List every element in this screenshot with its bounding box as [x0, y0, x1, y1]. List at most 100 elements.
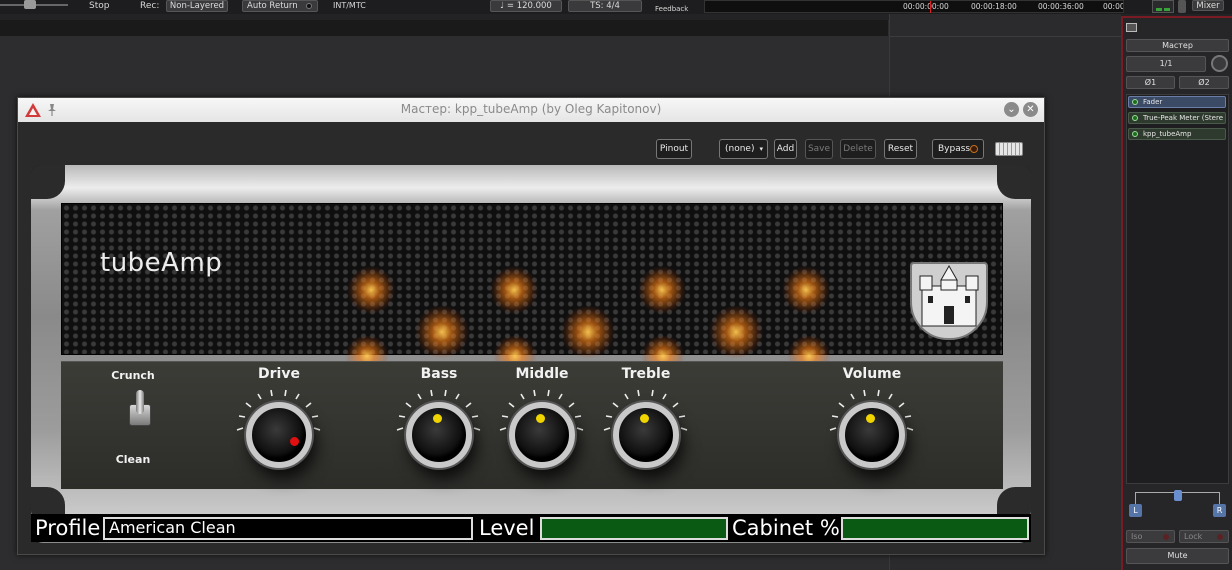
lock-led-icon: [1217, 534, 1223, 540]
middle-knob[interactable]: [509, 402, 575, 468]
processor-meter-label: True-Peak Meter (Stere: [1143, 114, 1223, 122]
tube-glow-4: [782, 266, 830, 314]
tempo-display[interactable]: ♩ = 120.000: [490, 0, 562, 12]
middle-indicator: [536, 414, 545, 423]
collapse-icon[interactable]: ⌄: [1004, 102, 1019, 117]
drive-indicator: [290, 437, 299, 446]
keyboard-icon[interactable]: [995, 142, 1023, 156]
treble-knob[interactable]: [613, 402, 679, 468]
strip-width-icon[interactable]: [1126, 23, 1137, 32]
lock-label: Lock: [1184, 532, 1203, 541]
treble-label: Treble: [621, 366, 671, 382]
mini-timeline[interactable]: 00:00:00:00 00:00:18:00 00:00:36:00 00:0…: [704, 0, 1124, 13]
phase-invert-right-button[interactable]: Ø2: [1179, 76, 1229, 89]
iso-label: Iso: [1131, 532, 1143, 541]
amp-head: tubeAmp Crunch Crunch Clean Drive Bass M…: [31, 165, 1031, 543]
bass-label: Bass: [420, 366, 458, 382]
middle-label: Middle: [515, 366, 569, 382]
editor-timeline[interactable]: [0, 20, 888, 36]
record-mode-dropdown[interactable]: Non-Layered: [166, 0, 228, 12]
drive-knob[interactable]: [246, 402, 312, 468]
amp-corner-top-right: [997, 165, 1031, 199]
preset-dropdown[interactable]: (none) ▾: [719, 139, 768, 159]
solo-lock-button[interactable]: Lock: [1179, 530, 1229, 543]
sync-mode-label[interactable]: INT/MTC: [333, 0, 366, 12]
ruler-time-2: 00:00:36:00: [1038, 2, 1084, 11]
volume-knob[interactable]: [839, 402, 905, 468]
ruler-time-1: 00:00:18:00: [971, 2, 1017, 11]
bass-knob[interactable]: [406, 402, 472, 468]
window-title: Мастер: kpp_tubeAmp (by Oleg Kapitonov): [400, 102, 662, 116]
volume-label: Volume: [842, 366, 902, 382]
processor-kpp-tubeamp[interactable]: kpp_tubeAmp: [1128, 128, 1226, 140]
input-trim-knob[interactable]: [1211, 55, 1228, 72]
phase-invert-left-button[interactable]: Ø1: [1126, 76, 1175, 89]
processor-true-peak-meter[interactable]: True-Peak Meter (Stere: [1128, 112, 1226, 124]
control-panel: Crunch Crunch Clean Drive Bass Middle Tr…: [61, 361, 1003, 489]
cabinet-label: Cabinet %: [732, 516, 840, 540]
mixer-button[interactable]: Mixer: [1192, 0, 1224, 11]
mute-button[interactable]: Mute: [1126, 548, 1229, 564]
shuttle-handle[interactable]: [24, 0, 36, 9]
panner[interactable]: L R: [1129, 490, 1226, 518]
level-label: Level: [479, 516, 535, 540]
save-preset-button[interactable]: Save: [805, 139, 833, 159]
bypass-led-icon: [970, 145, 978, 153]
bypass-label: Bypass: [938, 144, 971, 154]
level-field[interactable]: [540, 517, 728, 540]
crunch-clean-toggle[interactable]: [125, 390, 155, 440]
strip-name-button[interactable]: Мастер: [1126, 39, 1229, 52]
plugin-window: Мастер: kpp_tubeAmp (by Oleg Kapitonov) …: [17, 97, 1045, 555]
tube-glow-7: [708, 306, 764, 358]
processor-fader-label: Fader: [1143, 98, 1163, 106]
preset-value: (none): [725, 144, 755, 154]
rec-label: Rec:: [140, 1, 160, 11]
auto-return-button[interactable]: Auto Return: [242, 0, 318, 12]
cabinet-field[interactable]: [841, 517, 1029, 540]
tube-glow-2: [490, 266, 538, 314]
volume-indicator: [866, 414, 875, 423]
pan-right-label: R: [1213, 504, 1226, 517]
editor-mixer-toggle-icon[interactable]: [1152, 0, 1174, 13]
switch-label-crunch: Crunch: [111, 369, 155, 382]
ruler-time-0: 00:00:00:00: [903, 2, 949, 11]
profile-field[interactable]: American Clean: [103, 517, 473, 540]
add-preset-button[interactable]: Add: [774, 139, 797, 159]
time-signature-display[interactable]: TS: 4/4: [568, 0, 642, 12]
reset-button[interactable]: Reset: [884, 139, 917, 159]
tube-glow-6: [560, 306, 616, 358]
bass-indicator: [433, 414, 442, 423]
dropdown-arrow-icon: ▾: [759, 145, 763, 153]
input-button[interactable]: 1/1: [1126, 56, 1206, 72]
playhead-marker: [930, 1, 931, 13]
layout-scroll-handle[interactable]: [1178, 0, 1186, 13]
iso-led-icon: [1163, 534, 1169, 540]
coat-of-arms-emblem: [910, 262, 988, 340]
processor-tubeamp-label: kpp_tubeAmp: [1143, 130, 1192, 138]
auto-return-led-icon: [306, 3, 312, 9]
tubeamp-active-icon[interactable]: [1132, 131, 1138, 137]
meter-active-icon[interactable]: [1132, 115, 1138, 121]
pan-left-label: L: [1129, 504, 1142, 517]
pane-divider: [890, 36, 1122, 37]
delete-preset-button[interactable]: Delete: [840, 139, 876, 159]
brand-logo: tubeAmp: [100, 248, 223, 278]
bypass-button[interactable]: Bypass: [932, 139, 984, 159]
window-titlebar[interactable]: Мастер: kpp_tubeAmp (by Oleg Kapitonov) …: [18, 98, 1044, 122]
profile-row: Profile American Clean Level Cabinet %: [31, 514, 1031, 542]
solo-isolate-button[interactable]: Iso: [1126, 530, 1175, 543]
switch-label-clean-text: Clean: [115, 453, 151, 466]
tube-glow-5: [414, 306, 470, 358]
fader-active-icon[interactable]: [1132, 99, 1138, 105]
profile-label: Profile: [35, 516, 101, 540]
pinout-button[interactable]: Pinout: [656, 139, 692, 159]
drive-label: Drive: [258, 366, 300, 382]
pan-position-icon[interactable]: [1174, 490, 1182, 501]
tube-glow-3: [638, 266, 686, 314]
speaker-grille: tubeAmp: [61, 203, 1003, 376]
close-icon[interactable]: ✕: [1023, 102, 1038, 117]
stop-label[interactable]: Stop: [89, 0, 109, 12]
processor-fader[interactable]: Fader: [1128, 96, 1226, 108]
ruler-time-3: 00:00:54:00: [1103, 2, 1123, 11]
treble-indicator: [640, 414, 649, 423]
